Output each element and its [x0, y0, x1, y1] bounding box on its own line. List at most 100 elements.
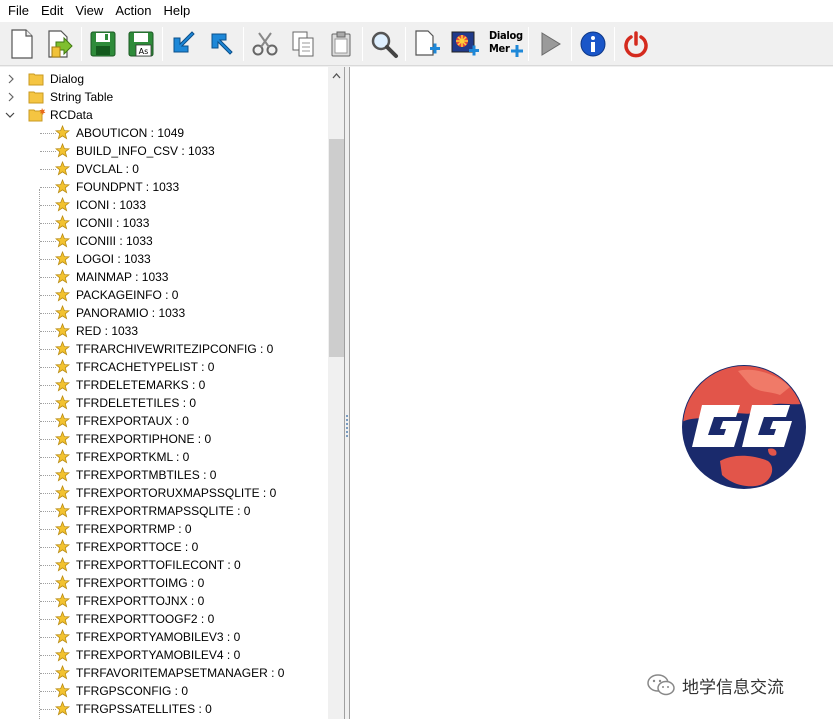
scroll-up-arrow-icon[interactable] — [328, 67, 344, 84]
add-resource-button[interactable] — [408, 24, 446, 64]
tree-node-rcdata-item[interactable]: TFREXPORTYAMOBILEV4 : 0 — [0, 646, 328, 664]
resource-tree[interactable]: Dialog String Table RCData ABOUTICON : 1… — [0, 67, 328, 719]
tree-node-rcdata-item[interactable]: TFRARCHIVEWRITEZIPCONFIG : 0 — [0, 340, 328, 358]
tree-connector-line — [40, 529, 56, 530]
tree-node-rcdata-item[interactable]: FOUNDPNT : 1033 — [0, 178, 328, 196]
new-button[interactable] — [3, 24, 41, 64]
star-icon — [54, 124, 71, 141]
save-as-disk-icon: As — [128, 31, 154, 56]
add-dialog-menu-button[interactable]: Dialog Mer — [484, 24, 526, 64]
tree-node-rcdata-item[interactable]: MAINMAP : 1033 — [0, 268, 328, 286]
tree-node-label: LOGOI : 1033 — [76, 252, 151, 266]
star-icon — [54, 286, 71, 303]
arrow-down-left-icon — [173, 30, 195, 52]
tree-node-rcdata-item[interactable]: TFREXPORTTOJNX : 0 — [0, 592, 328, 610]
copy-button[interactable] — [284, 24, 322, 64]
open-file-icon — [48, 29, 73, 58]
tree-node-rcdata-item[interactable]: ICONI : 1033 — [0, 196, 328, 214]
tree-node-rcdata-item[interactable]: TFREXPORTAUX : 0 — [0, 412, 328, 430]
menu-help[interactable]: Help — [157, 0, 196, 22]
expand-arrow-icon[interactable] — [6, 74, 16, 84]
toolbar-separator — [81, 26, 82, 61]
paste-clipboard-icon — [331, 31, 351, 56]
plus-icon — [511, 44, 523, 57]
tree-node-rcdata-item[interactable]: TFRGPSCONFIG : 0 — [0, 682, 328, 700]
tree-connector-line — [40, 205, 56, 206]
run-button[interactable] — [531, 24, 569, 64]
tree-node-rcdata-item[interactable]: LOGOI : 1033 — [0, 250, 328, 268]
star-icon — [54, 340, 71, 357]
tree-node-rcdata[interactable]: RCData — [0, 106, 328, 124]
tree-node-dialog[interactable]: Dialog — [0, 70, 328, 88]
save-button[interactable] — [84, 24, 122, 64]
star-icon — [54, 664, 71, 681]
star-icon — [54, 520, 71, 537]
tree-node-rcdata-item[interactable]: RED : 1033 — [0, 322, 328, 340]
add-image-button[interactable] — [446, 24, 484, 64]
tree-vertical-scrollbar[interactable] — [328, 67, 344, 719]
paste-button[interactable] — [322, 24, 360, 64]
star-icon — [54, 502, 71, 519]
cut-button[interactable] — [246, 24, 284, 64]
splitter-grip[interactable] — [346, 415, 348, 437]
scrollbar-thumb[interactable] — [329, 139, 344, 357]
resource-tree-panel: Dialog String Table RCData ABOUTICON : 1… — [0, 67, 345, 719]
tree-node-rcdata-item[interactable]: TFRDELETEMARKS : 0 — [0, 376, 328, 394]
export-button[interactable] — [203, 24, 241, 64]
tree-node-rcdata-item[interactable]: TFREXPORTIPHONE : 0 — [0, 430, 328, 448]
tree-connector-line — [40, 367, 56, 368]
tree-node-rcdata-item[interactable]: TFRCACHETYPELIST : 0 — [0, 358, 328, 376]
tree-node-label: TFRDELETEMARKS : 0 — [76, 378, 206, 392]
tree-node-rcdata-item[interactable]: TFREXPORTRMP : 0 — [0, 520, 328, 538]
tree-connector-line — [40, 439, 56, 440]
star-icon — [54, 466, 71, 483]
tree-node-rcdata-item[interactable]: TFREXPORTTOFILECONT : 0 — [0, 556, 328, 574]
play-icon — [541, 31, 561, 56]
expand-arrow-icon[interactable] — [6, 92, 16, 102]
tree-node-label: RCData — [50, 108, 93, 122]
tree-node-rcdata-item[interactable]: ABOUTICON : 1049 — [0, 124, 328, 142]
tree-connector-line — [40, 511, 56, 512]
copy-icon — [292, 31, 314, 56]
tree-node-label: Dialog — [50, 72, 85, 86]
star-icon — [54, 538, 71, 555]
menu-view[interactable]: View — [69, 0, 109, 22]
find-button[interactable] — [365, 24, 403, 64]
tree-node-label: ABOUTICON : 1049 — [76, 126, 185, 140]
tree-node-rcdata-item[interactable]: TFRGPSSATELLITES : 0 — [0, 700, 328, 718]
about-button[interactable] — [574, 24, 612, 64]
tree-node-rcdata-item[interactable]: TFREXPORTTOOGF2 : 0 — [0, 610, 328, 628]
tree-node-label: ICONIII : 1033 — [76, 234, 153, 248]
tree-node-rcdata-item[interactable]: BUILD_INFO_CSV : 1033 — [0, 142, 328, 160]
menu-file[interactable]: File — [2, 0, 35, 22]
tree-node-rcdata-item[interactable]: TFRFAVORITEMAPSETMANAGER : 0 — [0, 664, 328, 682]
tree-node-label: TFREXPORTIPHONE : 0 — [76, 432, 212, 446]
tree-node-rcdata-item[interactable]: PACKAGEINFO : 0 — [0, 286, 328, 304]
tree-node-rcdata-item[interactable]: DVCLAL : 0 — [0, 160, 328, 178]
tree-node-label: TFREXPORTKML : 0 — [76, 450, 190, 464]
tree-node-rcdata-item[interactable]: TFREXPORTRMAPSSQLITE : 0 — [0, 502, 328, 520]
open-button[interactable] — [41, 24, 79, 64]
star-icon — [54, 646, 71, 663]
tree-node-rcdata-item[interactable]: ICONIII : 1033 — [0, 232, 328, 250]
tree-node-string-table[interactable]: String Table — [0, 88, 328, 106]
tree-node-rcdata-item[interactable]: TFREXPORTYAMOBILEV3 : 0 — [0, 628, 328, 646]
tree-node-rcdata-item[interactable]: TFRDELETETILES : 0 — [0, 394, 328, 412]
tree-node-label: TFRCACHETYPELIST : 0 — [76, 360, 215, 374]
menu-edit[interactable]: Edit — [35, 0, 69, 22]
tree-node-rcdata-item[interactable]: TFREXPORTKML : 0 — [0, 448, 328, 466]
tree-connector-line — [40, 403, 56, 404]
tree-connector-line — [40, 241, 56, 242]
save-as-button[interactable]: As — [122, 24, 160, 64]
tree-node-rcdata-item[interactable]: TFREXPORTTOIMG : 0 — [0, 574, 328, 592]
exit-button[interactable] — [617, 24, 655, 64]
tree-node-rcdata-item[interactable]: TFREXPORTTOCE : 0 — [0, 538, 328, 556]
tree-node-label: TFREXPORTRMP : 0 — [76, 522, 192, 536]
menu-action[interactable]: Action — [109, 0, 157, 22]
tree-node-rcdata-item[interactable]: PANORAMIO : 1033 — [0, 304, 328, 322]
tree-node-rcdata-item[interactable]: TFREXPORTMBTILES : 0 — [0, 466, 328, 484]
collapse-arrow-icon[interactable] — [5, 110, 15, 120]
tree-node-rcdata-item[interactable]: ICONII : 1033 — [0, 214, 328, 232]
import-button[interactable] — [165, 24, 203, 64]
tree-node-rcdata-item[interactable]: TFREXPORTORUXMAPSSQLITE : 0 — [0, 484, 328, 502]
